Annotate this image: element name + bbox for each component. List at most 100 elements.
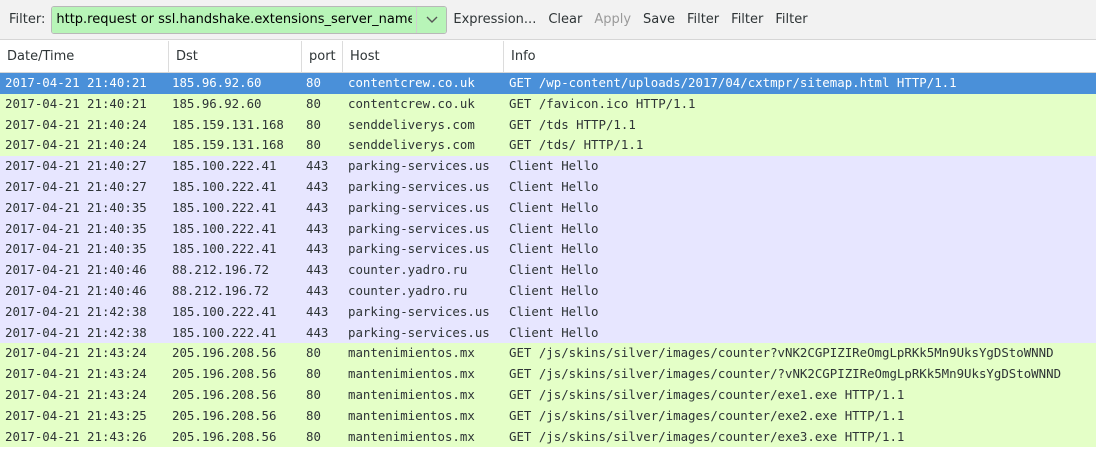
cell-datetime: 2017-04-21 21:40:27 bbox=[5, 178, 147, 194]
cell-dst: 185.100.222.41 bbox=[172, 241, 277, 257]
cell-host: mantenimientos.mx bbox=[348, 428, 475, 444]
table-row[interactable]: 2017-04-21 21:43:24 205.196.208.56 80 mante… bbox=[0, 343, 1096, 365]
column-header-port[interactable]: port bbox=[302, 41, 343, 72]
cell-dst: 88.212.196.72 bbox=[172, 262, 269, 278]
cell-dst: 185.100.222.41 bbox=[172, 178, 277, 194]
cell-datetime: 2017-04-21 21:43:25 bbox=[5, 407, 147, 423]
table-row[interactable]: 2017-04-21 21:42:38 185.100.222.41 443 park… bbox=[0, 322, 1096, 344]
packet-list: Date/Time Dst port Host Info 2017-04-21 … bbox=[0, 41, 1096, 452]
cell-dst: 205.196.208.56 bbox=[172, 366, 277, 382]
cell-host: parking-services.us bbox=[348, 158, 490, 174]
expression-button[interactable]: Expression... bbox=[453, 12, 536, 27]
cell-dst: 205.196.208.56 bbox=[172, 345, 277, 361]
cell-datetime: 2017-04-21 21:40:46 bbox=[5, 282, 147, 298]
table-row[interactable]: 2017-04-21 21:40:27 185.100.222.41 443 park… bbox=[0, 156, 1096, 177]
cell-datetime: 2017-04-21 21:40:21 bbox=[5, 75, 147, 90]
cell-info: GET /tds HTTP/1.1 bbox=[509, 116, 636, 132]
table-row[interactable]: 2017-04-21 21:43:24 205.196.208.56 80 mante… bbox=[0, 364, 1096, 385]
table-row[interactable]: 2017-04-21 21:42:38 185.100.222.41 443 park… bbox=[0, 301, 1096, 323]
cell-host: parking-services.us bbox=[348, 241, 490, 257]
cell-host: contentcrew.co.uk bbox=[348, 95, 475, 111]
cell-info: Client Hello bbox=[509, 303, 599, 319]
cell-port: 443 bbox=[306, 282, 329, 298]
table-row[interactable]: 2017-04-21 21:43:26 205.196.208.56 80 mante… bbox=[0, 426, 1096, 448]
column-header-datetime[interactable]: Date/Time bbox=[0, 41, 169, 72]
filter-button-2[interactable]: Filter bbox=[731, 12, 763, 27]
cell-info: Client Hello bbox=[509, 199, 599, 215]
clear-button[interactable]: Clear bbox=[548, 12, 582, 27]
cell-dst: 185.100.222.41 bbox=[172, 158, 277, 174]
cell-info: GET /js/skins/silver/images/counter?vNK2… bbox=[509, 345, 1054, 361]
cell-dst: 205.196.208.56 bbox=[172, 428, 277, 444]
table-row[interactable]: 2017-04-21 21:40:24 185.159.131.168 80 send… bbox=[0, 135, 1096, 157]
cell-info: GET /js/skins/silver/images/counter/exe2… bbox=[509, 407, 905, 423]
filter-combobox[interactable] bbox=[51, 5, 448, 34]
cell-port: 443 bbox=[306, 158, 329, 174]
table-row[interactable]: 2017-04-21 21:40:27 185.100.222.41 443 park… bbox=[0, 176, 1096, 198]
apply-button[interactable]: Apply bbox=[594, 12, 631, 27]
table-row[interactable]: 2017-04-21 21:40:21 185.96.92.60 80 content… bbox=[0, 93, 1096, 115]
cell-port: 443 bbox=[306, 324, 329, 340]
filter-input[interactable] bbox=[52, 6, 417, 33]
cell-info: GET /wp-content/uploads/2017/04/cxtmpr/s… bbox=[509, 75, 957, 90]
table-row[interactable]: 2017-04-21 21:40:46 88.212.196.72 443 count… bbox=[0, 260, 1096, 281]
cell-port: 443 bbox=[306, 199, 329, 215]
cell-info: Client Hello bbox=[509, 324, 599, 340]
cell-datetime: 2017-04-21 21:40:35 bbox=[5, 220, 147, 236]
cell-info: Client Hello bbox=[509, 262, 599, 278]
column-header-info[interactable]: Info bbox=[504, 41, 1096, 72]
filter-button-3[interactable]: Filter bbox=[775, 12, 807, 27]
table-row[interactable]: 2017-04-21 21:40:35 185.100.222.41 443 park… bbox=[0, 218, 1096, 240]
cell-dst: 205.196.208.56 bbox=[172, 386, 277, 402]
cell-host: parking-services.us bbox=[348, 178, 490, 194]
cell-dst: 205.196.208.56 bbox=[172, 407, 277, 423]
table-row[interactable]: 2017-04-21 21:40:46 88.212.196.72 443 count… bbox=[0, 280, 1096, 302]
cell-port: 80 bbox=[306, 386, 321, 402]
cell-port: 443 bbox=[306, 303, 329, 319]
cell-port: 80 bbox=[306, 137, 321, 153]
cell-host: mantenimientos.mx bbox=[348, 345, 475, 361]
cell-port: 443 bbox=[306, 262, 329, 278]
cell-datetime: 2017-04-21 21:40:21 bbox=[5, 95, 147, 111]
cell-info: Client Hello bbox=[509, 282, 599, 298]
table-row[interactable]: 2017-04-21 21:40:35 185.100.222.41 443 park… bbox=[0, 197, 1096, 219]
cell-datetime: 2017-04-21 21:40:27 bbox=[5, 158, 147, 174]
cell-dst: 185.100.222.41 bbox=[172, 199, 277, 215]
cell-datetime: 2017-04-21 21:43:26 bbox=[5, 428, 147, 444]
cell-info: Client Hello bbox=[509, 220, 599, 236]
cell-datetime: 2017-04-21 21:43:24 bbox=[5, 366, 147, 382]
cell-host: mantenimientos.mx bbox=[348, 386, 475, 402]
cell-dst: 185.100.222.41 bbox=[172, 220, 277, 236]
cell-dst: 185.100.222.41 bbox=[172, 324, 277, 340]
cell-datetime: 2017-04-21 21:40:35 bbox=[5, 241, 147, 257]
save-button[interactable]: Save bbox=[643, 12, 675, 27]
table-row[interactable]: 2017-04-21 21:40:24 185.159.131.168 80 send… bbox=[0, 114, 1096, 136]
cell-host: mantenimientos.mx bbox=[348, 407, 475, 423]
column-header-dst[interactable]: Dst bbox=[169, 41, 302, 72]
column-header-host[interactable]: Host bbox=[343, 41, 504, 72]
cell-datetime: 2017-04-21 21:43:24 bbox=[5, 345, 147, 361]
cell-host: contentcrew.co.uk bbox=[348, 75, 475, 90]
cell-port: 443 bbox=[306, 220, 329, 236]
table-row[interactable]: 2017-04-21 21:40:35 185.100.222.41 443 park… bbox=[0, 239, 1096, 261]
cell-info: GET /favicon.ico HTTP/1.1 bbox=[509, 95, 696, 111]
cell-port: 80 bbox=[306, 116, 321, 132]
cell-info: GET /js/skins/silver/images/counter/exe1… bbox=[509, 386, 905, 402]
cell-host: parking-services.us bbox=[348, 324, 490, 340]
cell-dst: 185.96.92.60 bbox=[172, 75, 262, 90]
filter-label: Filter: bbox=[9, 12, 46, 27]
table-row[interactable]: 2017-04-21 21:43:24 205.196.208.56 80 mante… bbox=[0, 384, 1096, 406]
cell-port: 443 bbox=[306, 241, 329, 257]
chevron-down-icon[interactable] bbox=[416, 6, 447, 33]
cell-dst: 185.159.131.168 bbox=[172, 116, 284, 132]
cell-host: senddeliverys.com bbox=[348, 137, 475, 153]
cell-host: counter.yadro.ru bbox=[348, 282, 468, 298]
filter-button-1[interactable]: Filter bbox=[687, 12, 719, 27]
cell-host: parking-services.us bbox=[348, 303, 490, 319]
cell-info: Client Hello bbox=[509, 158, 599, 174]
table-row[interactable]: 2017-04-21 21:43:25 205.196.208.56 80 mante… bbox=[0, 405, 1096, 427]
table-row[interactable]: 2017-04-21 21:40:21 185.96.92.60 80 content… bbox=[0, 73, 1096, 94]
cell-port: 80 bbox=[306, 407, 321, 423]
cell-port: 80 bbox=[306, 428, 321, 444]
cell-info: GET /js/skins/silver/images/counter/exe3… bbox=[509, 428, 905, 444]
